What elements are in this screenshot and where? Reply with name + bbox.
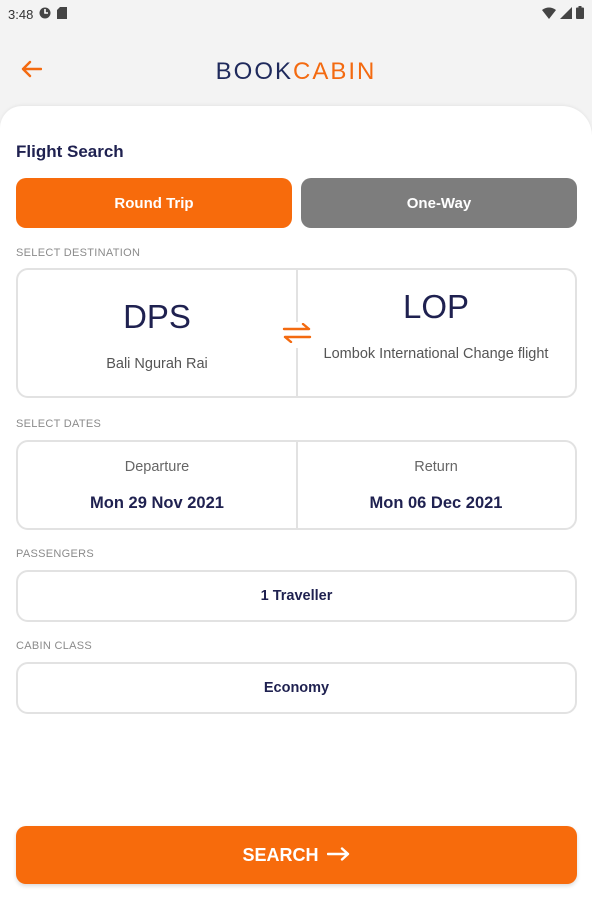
battery-icon <box>576 6 584 22</box>
round-trip-button[interactable]: Round Trip <box>16 178 292 228</box>
origin-selector[interactable]: DPS Bali Ngurah Rai <box>18 270 296 396</box>
one-way-button[interactable]: One-Way <box>301 178 577 228</box>
notification-icon <box>39 7 51 22</box>
passengers-section-label: PASSENGERS <box>16 548 94 560</box>
status-left: 3:48 <box>8 6 68 22</box>
origin-code: DPS <box>123 298 191 335</box>
destination-selector: DPS Bali Ngurah Rai LOP Lombok Internati… <box>16 268 577 398</box>
app-header: BOOKCABIN <box>0 40 592 100</box>
origin-airport-name: Bali Ngurah Rai <box>106 356 208 372</box>
destination-airport-name: Lombok International Change flight <box>323 346 549 362</box>
return-caption: Return <box>414 459 458 475</box>
status-bar: 3:48 <box>0 0 592 28</box>
signal-icon <box>560 6 572 22</box>
search-button[interactable]: SEARCH <box>16 826 577 884</box>
return-date-selector[interactable]: Return Mon 06 Dec 2021 <box>297 442 575 528</box>
arrow-right-icon <box>326 845 351 866</box>
cabin-class-value: Economy <box>263 680 330 696</box>
logo-cabin: CABIN <box>293 58 377 85</box>
departure-date-selector[interactable]: Departure Mon 29 Nov 2021 <box>18 442 296 528</box>
status-time: 3:48 <box>8 6 34 22</box>
destination-section-label: SELECT DESTINATION <box>16 247 141 259</box>
sd-card-icon <box>57 6 68 22</box>
destination-selector-right[interactable]: LOP Lombok International Change flight <box>297 270 575 396</box>
search-button-label: SEARCH <box>242 844 319 865</box>
departure-caption: Departure <box>124 459 190 475</box>
cabin-class-section-label: CABIN CLASS <box>16 640 93 652</box>
passengers-selector[interactable]: 1 Traveller <box>16 570 577 622</box>
departure-date-value: Mon 29 Nov 2021 <box>90 494 224 512</box>
flight-search-card: Flight Search Round Trip One-Way SELECT … <box>0 106 592 900</box>
page-title: Flight Search <box>16 142 124 161</box>
status-right <box>542 6 584 22</box>
dates-section-label: SELECT DATES <box>16 418 102 430</box>
destination-code: LOP <box>402 288 470 325</box>
bookcabin-logo: BOOKCABIN <box>0 58 592 86</box>
trip-type-toggle: Round Trip One-Way <box>16 178 577 228</box>
swap-arrows-icon <box>282 322 312 348</box>
swap-destinations-button[interactable] <box>281 322 313 348</box>
wifi-icon <box>542 7 556 22</box>
passengers-value: 1 Traveller <box>260 588 333 604</box>
logo-book: BOOK <box>215 58 293 85</box>
return-date-value: Mon 06 Dec 2021 <box>369 494 503 512</box>
cabin-class-selector[interactable]: Economy <box>16 662 577 714</box>
dates-selector: Departure Mon 29 Nov 2021 Return Mon 06 … <box>16 440 577 530</box>
